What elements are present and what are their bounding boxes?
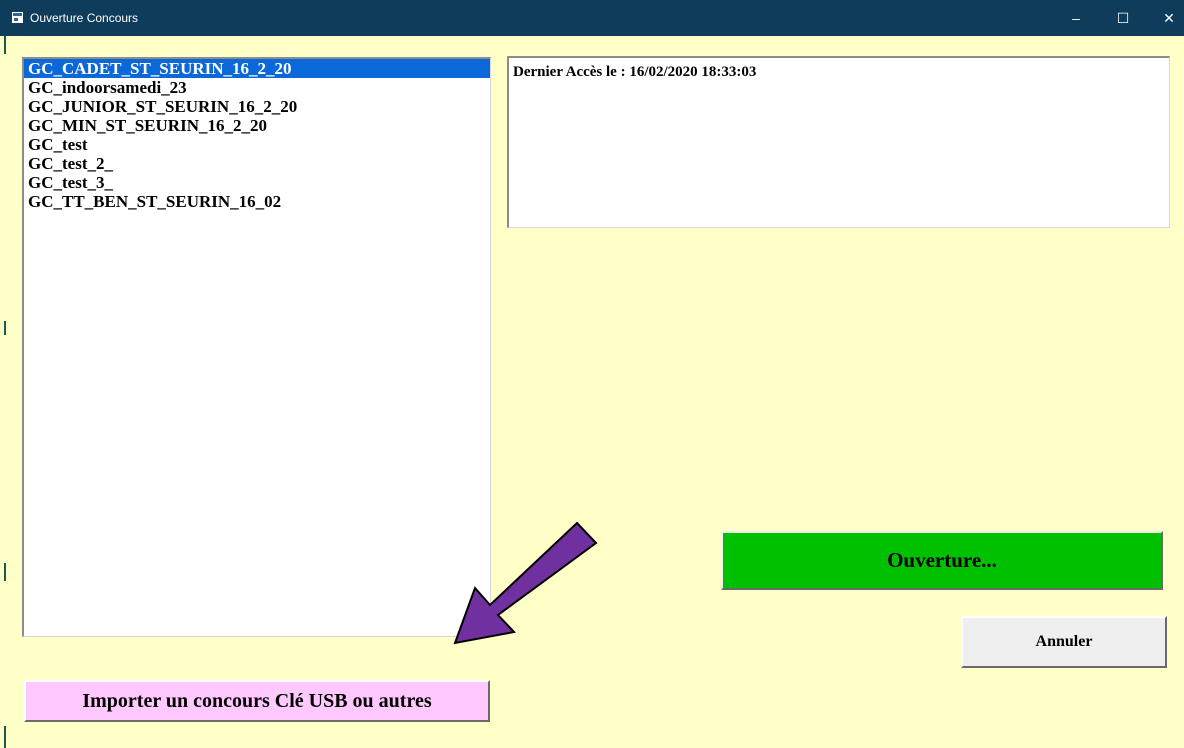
close-button[interactable]: ✕ — [1146, 0, 1184, 36]
concours-list-item[interactable]: GC_indoorsamedi_23 — [24, 78, 490, 97]
concours-list-item[interactable]: GC_CADET_ST_SEURIN_16_2_20 — [24, 59, 490, 78]
concours-list-item[interactable]: GC_MIN_ST_SEURIN_16_2_20 — [24, 116, 490, 135]
maximize-button[interactable]: ☐ — [1100, 0, 1146, 36]
maximize-icon: ☐ — [1116, 9, 1130, 26]
concours-list-item[interactable]: GC_TT_BEN_ST_SEURIN_16_02 — [24, 192, 490, 211]
edge-mark — [4, 726, 6, 748]
minimize-button[interactable]: – — [1053, 0, 1099, 36]
last-access-text: Dernier Accès le : 16/02/2020 18:33:03 — [513, 64, 757, 80]
window-left-edge — [0, 36, 6, 748]
window-title: Ouverture Concours — [30, 11, 139, 25]
concours-list-item[interactable]: GC_test_3_ — [24, 173, 490, 192]
edge-mark — [4, 563, 6, 581]
title-bar: Ouverture Concours – ☐ ✕ — [0, 0, 1184, 36]
minimize-icon: – — [1072, 10, 1080, 26]
concours-list-item[interactable]: GC_test_2_ — [24, 154, 490, 173]
cancel-button[interactable]: Annuler — [961, 616, 1167, 668]
app-icon — [12, 12, 23, 23]
edge-mark — [4, 321, 6, 335]
concours-list-item[interactable]: GC_JUNIOR_ST_SEURIN_16_2_20 — [24, 97, 490, 116]
import-concours-button[interactable]: Importer un concours Clé USB ou autres — [24, 680, 490, 722]
annotation-arrow-icon — [453, 521, 598, 645]
concours-list-item[interactable]: GC_test — [24, 135, 490, 154]
edge-mark — [4, 36, 6, 54]
close-icon: ✕ — [1163, 9, 1175, 26]
open-button[interactable]: Ouverture... — [721, 531, 1163, 590]
info-panel: Dernier Accès le : 16/02/2020 18:33:03 — [507, 56, 1170, 228]
concours-listbox[interactable]: GC_CADET_ST_SEURIN_16_2_20 GC_indoorsamed… — [22, 57, 491, 637]
